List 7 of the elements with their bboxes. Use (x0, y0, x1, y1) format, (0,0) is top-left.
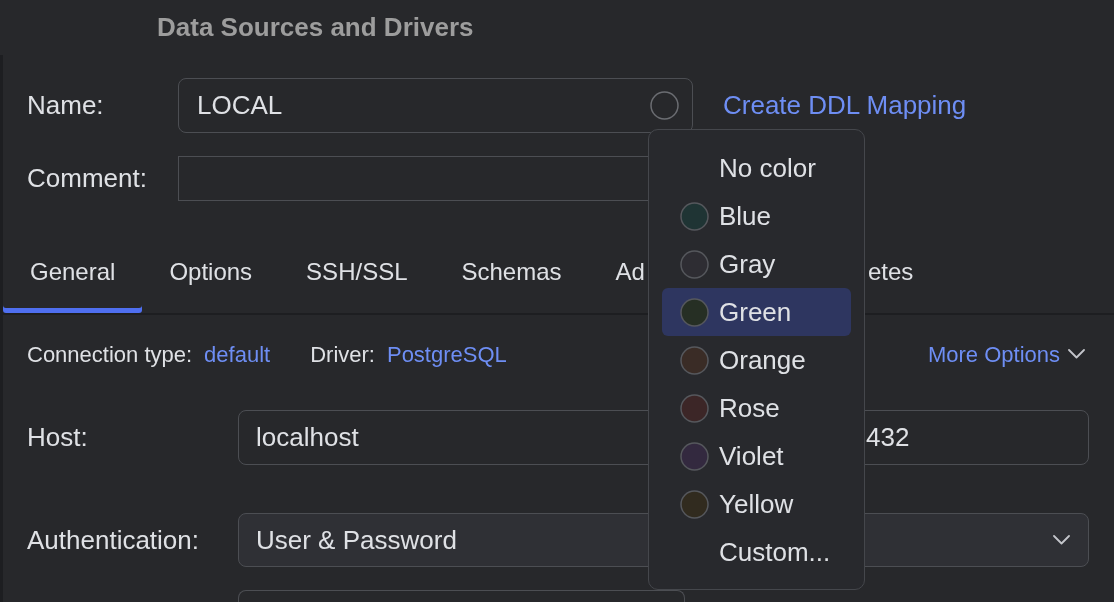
host-label: Host: (27, 421, 89, 454)
driver-label: Driver: (310, 340, 375, 369)
authentication-label: Authentication: (27, 523, 200, 557)
window-title: Data Sources and Drivers (157, 11, 474, 44)
connection-type-label: Connection type: (27, 340, 193, 369)
comment-label: Comment: (27, 162, 148, 195)
name-label: Name: (27, 89, 105, 122)
